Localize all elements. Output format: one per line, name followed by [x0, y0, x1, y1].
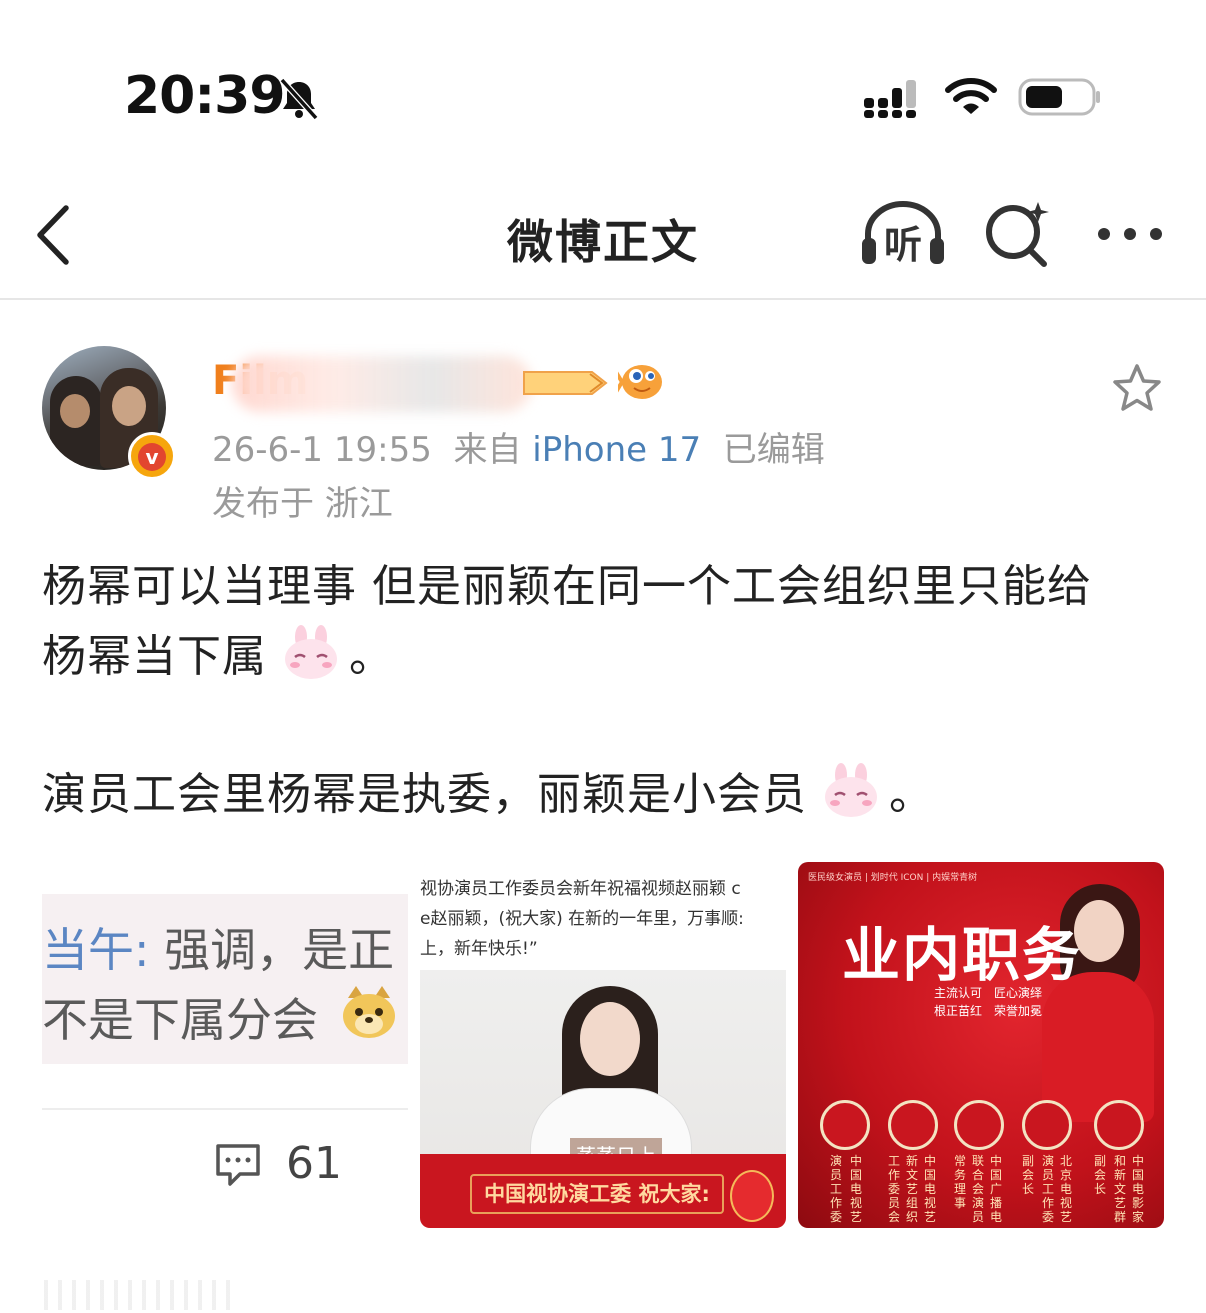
image-3-column: 和新文艺群: [1114, 1154, 1127, 1224]
image-3-column: 中国电视艺: [924, 1154, 937, 1224]
search-icon[interactable]: [984, 200, 1052, 268]
medal-icon: [1022, 1100, 1072, 1150]
image-2-caption: 视协演员工作委员会新年祝福视频赵丽颖 c: [420, 879, 741, 899]
image-3-column: 演员工作委: [830, 1154, 843, 1224]
header-divider: [0, 298, 1206, 300]
post-text-segment: 。: [349, 631, 394, 682]
post-text-line: 演员工会里杨幂是执委，丽颖是小会员 。: [42, 760, 1162, 830]
comment-icon[interactable]: [214, 1142, 262, 1188]
post-image-1[interactable]: 当午: 强调，是正 不是下属分会: [42, 894, 408, 1064]
verified-badge-icon: v: [128, 432, 176, 480]
image-3-column: 联合会演员: [972, 1154, 985, 1224]
image-1-speaker: 当午:: [42, 923, 150, 977]
bell-muted-icon: [279, 77, 319, 121]
listen-button[interactable]: 听: [858, 198, 948, 270]
edited-label[interactable]: 已编辑: [723, 430, 825, 470]
medal-icon: [820, 1100, 870, 1150]
post-text-segment: 。: [889, 769, 934, 820]
post-text-line: 杨幂当下属 。: [42, 622, 1162, 692]
image-3-column: 常务理事: [954, 1154, 967, 1210]
status-time: 20:39: [124, 66, 286, 126]
image-3-top-line: 医民级女演员 | 划时代 ICON | 内娱常青树: [808, 873, 978, 883]
post-timestamp: 26-6-1 19:55: [212, 430, 432, 470]
image-3-column: 副会长: [1094, 1154, 1107, 1196]
post-meta: 26-6-1 19:55 来自 iPhone 17 已编辑: [212, 422, 825, 471]
post-image-3[interactable]: 医民级女演员 | 划时代 ICON | 内娱常青树 业内职务 主流认可 匠心演绎…: [798, 862, 1164, 1228]
wifi-icon: [945, 78, 997, 114]
bunny-emoji-icon: [285, 625, 337, 679]
more-icon[interactable]: [1094, 222, 1166, 246]
device-link[interactable]: iPhone 17: [532, 430, 701, 470]
lantern-icon: [730, 1170, 774, 1222]
medal-icon: [888, 1100, 938, 1150]
listen-label: 听: [883, 223, 922, 267]
doge-emoji-icon: [343, 986, 395, 1038]
redacted-username-blur: [232, 356, 532, 412]
image-3-column: 北京电视艺: [1060, 1154, 1073, 1224]
post-location: 发布于 浙江: [212, 484, 393, 524]
image-3-column: 副会长: [1022, 1154, 1035, 1196]
image-3-column: 新文艺组织: [906, 1154, 919, 1224]
fish-badge-icon: [618, 365, 662, 399]
source-prefix: 来自: [453, 430, 522, 470]
image-3-header: 业内职务: [842, 921, 1083, 989]
image-2-caption: 上，新年快乐!”: [420, 939, 538, 959]
image-3-tag: 荣誉加冕: [994, 1004, 1043, 1018]
post-image-2[interactable]: 视协演员工作委员会新年祝福视频赵丽颖 c е赵丽颖，(祝大家) 在新的一年里，万…: [420, 862, 786, 1228]
image-1-line-2: 不是下属分会: [42, 993, 318, 1047]
image-3-column: 中国电影家: [1132, 1154, 1145, 1224]
bunny-emoji-icon: [825, 763, 877, 817]
image-2-caption: е赵丽颖，(祝大家) 在新的一年里，万事顺:: [420, 909, 744, 929]
image-3-column: 演员工作委: [1042, 1154, 1055, 1224]
image-3-tag: 主流认可: [934, 986, 983, 1000]
post-text-segment: 杨幂当下属: [42, 631, 267, 682]
image-3-column: 中国广播电: [990, 1154, 1003, 1224]
image-3-tag: 匠心演绎: [994, 986, 1043, 1000]
image-3-column: 工作委员会: [888, 1154, 901, 1224]
image-3-tag: 根正苗红: [934, 1004, 983, 1018]
medal-icon: [1094, 1100, 1144, 1150]
image-1-quote: 强调，是正: [164, 923, 395, 977]
comment-count[interactable]: 61: [286, 1138, 342, 1189]
cellular-signal-icon: [864, 80, 916, 118]
image-2-banner-text: 中国视协演工委 祝大家:: [470, 1174, 724, 1214]
image-2-banner: 中国视协演工委 祝大家:: [420, 1154, 786, 1228]
post-text-line: 杨幂可以当理事 但是丽颖在同一个工会组织里只能给: [42, 561, 1092, 612]
image-3-column: 中国电视艺: [850, 1154, 863, 1224]
vip-level-icon: [523, 371, 608, 395]
battery-icon: [1018, 78, 1100, 116]
faded-content: [44, 1280, 234, 1310]
medal-icon: [954, 1100, 1004, 1150]
favorite-star-icon[interactable]: [1110, 362, 1164, 414]
post-text-segment: 演员工会里杨幂是执委，丽颖是小会员: [42, 769, 807, 820]
image-1-line-1: 当午: 强调，是正: [42, 914, 394, 980]
actions-divider: [42, 1108, 408, 1110]
